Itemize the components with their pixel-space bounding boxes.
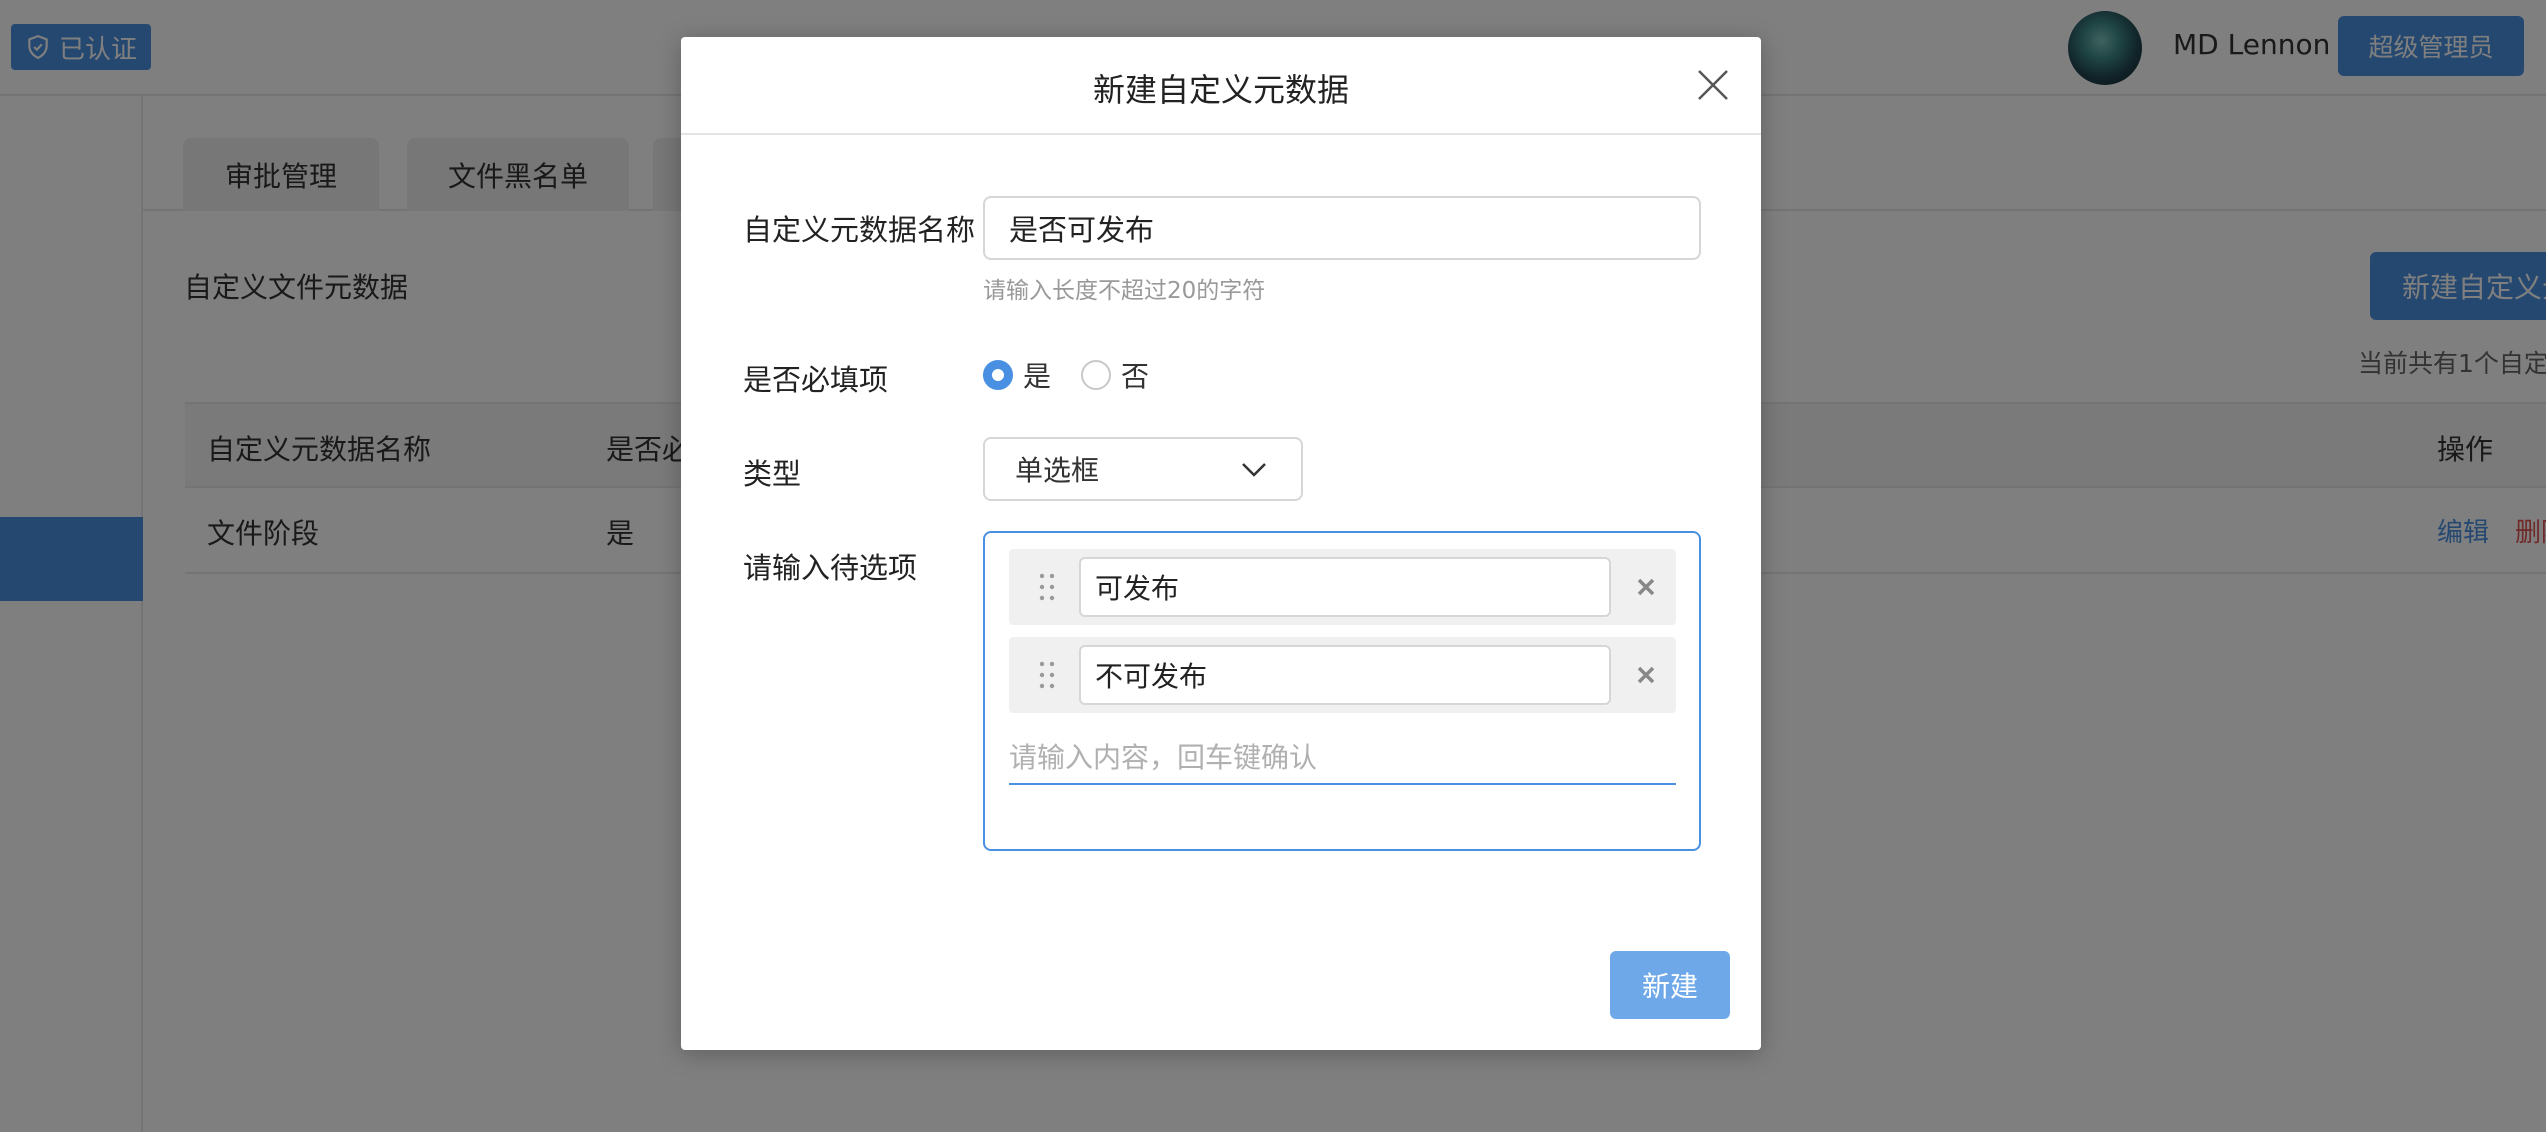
option-input[interactable]: [1079, 557, 1611, 617]
remove-option-icon[interactable]: [1636, 665, 1656, 685]
radio-checked-icon: [983, 360, 1013, 390]
type-label: 类型: [743, 457, 802, 491]
dialog-title: 新建自定义元数据: [1092, 71, 1349, 109]
new-option-input[interactable]: [1009, 731, 1676, 785]
radio-unchecked-icon: [1081, 360, 1111, 390]
drag-handle-icon[interactable]: [1037, 659, 1057, 691]
chevron-down-icon: [1242, 463, 1266, 477]
name-hint: 请输入长度不超过20的字符: [983, 278, 1266, 304]
option-item: [1009, 549, 1676, 625]
radio-no-label: 否: [1121, 360, 1150, 393]
metadata-name-input[interactable]: [983, 196, 1701, 260]
new-metadata-dialog: 新建自定义元数据 自定义元数据名称 请输入长度不超过20的字符 是否必填项 是 …: [681, 37, 1761, 1050]
remove-option-icon[interactable]: [1636, 577, 1656, 597]
option-input[interactable]: [1079, 645, 1611, 705]
options-label: 请输入待选项: [743, 551, 918, 585]
type-select-value: 单选框: [1015, 454, 1100, 487]
name-label: 自定义元数据名称: [743, 213, 976, 247]
option-item: [1009, 637, 1676, 713]
close-icon[interactable]: [1695, 67, 1731, 103]
radio-yes-label: 是: [1023, 360, 1052, 393]
required-label: 是否必填项: [743, 363, 889, 397]
radio-required-no[interactable]: 否: [1081, 355, 1149, 395]
create-button[interactable]: 新建: [1610, 951, 1730, 1019]
dialog-header: 新建自定义元数据: [681, 37, 1761, 135]
radio-required-yes[interactable]: 是: [983, 355, 1051, 395]
drag-handle-icon[interactable]: [1037, 571, 1057, 603]
type-select[interactable]: 单选框: [983, 437, 1303, 501]
options-editor: [983, 531, 1701, 851]
